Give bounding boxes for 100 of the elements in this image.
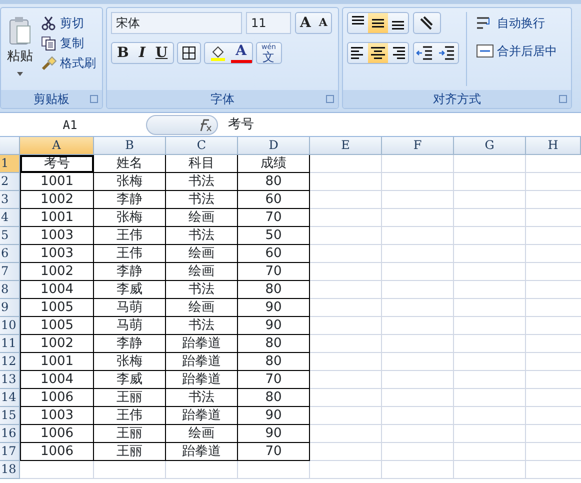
table-cell: 90 [238,317,310,335]
table-cell: 1005 [20,317,94,335]
paint-bucket-icon [210,45,226,61]
table-cell: 1001 [20,353,94,371]
merge-cells-icon [476,43,494,59]
align-middle-button[interactable] [368,13,388,33]
scissors-icon [41,15,57,31]
table-cell: 李威 [94,281,166,299]
table-cell: 书法 [166,317,238,335]
table-cell: 张梅 [94,173,166,191]
table-cell: 跆拳道 [166,443,238,461]
column-header[interactable]: F [382,137,454,155]
row-header[interactable]: 17 [0,443,20,461]
table-cell: 书法 [166,227,238,245]
font-color-button[interactable]: A [230,43,252,63]
table-cell: 90 [238,407,310,425]
table-cell: 书法 [166,281,238,299]
table-cell: 书法 [166,191,238,209]
column-header[interactable]: E [310,137,382,155]
shrink-font-button[interactable]: A [314,13,332,33]
table-cell: 70 [238,443,310,461]
row-header[interactable]: 2 [0,173,20,191]
paste-button[interactable]: 粘贴 [5,12,35,86]
row-header[interactable]: 13 [0,371,20,389]
table-cell: 1004 [20,281,94,299]
phonetic-character: 文 [262,51,275,63]
increase-indent-icon [438,44,456,62]
group-label: 字体 [210,91,234,108]
row-header[interactable]: 16 [0,425,20,443]
grow-font-button[interactable]: A [296,13,315,33]
column-header[interactable]: B [94,137,166,155]
table-cell: 李静 [94,191,166,209]
row-header[interactable]: 7 [0,263,20,281]
table-cell: 90 [238,425,310,443]
formula-input[interactable]: 考号 [224,114,581,134]
table-cell: 1006 [20,425,94,443]
column-header[interactable]: D [238,137,310,155]
column-header[interactable]: C [166,137,238,155]
row-header[interactable]: 6 [0,245,20,263]
table-cell: 1003 [20,227,94,245]
bold-button[interactable]: B [112,43,134,63]
table-cell: 王丽 [94,389,166,407]
table-cell: 跆拳道 [166,407,238,425]
table-cell: 马萌 [94,299,166,317]
column-header[interactable]: G [454,137,526,155]
font-size-field[interactable]: 11 [246,12,291,34]
table-cell: 1005 [20,299,94,317]
row-header[interactable]: 12 [0,353,20,371]
align-top-icon [352,16,364,25]
name-box[interactable]: A1 [0,114,140,134]
paintbrush-icon [41,55,57,71]
row-header[interactable]: 18 [0,461,20,479]
align-bottom-icon [392,21,404,30]
wrap-text-button[interactable]: 自动换行 [474,14,559,32]
align-center-button[interactable] [368,43,388,63]
row-header[interactable]: 15 [0,407,20,425]
column-header[interactable]: A [20,137,94,155]
row-header[interactable]: 5 [0,227,20,245]
cut-button[interactable]: 剪切 [39,14,98,32]
table-cell: 绘画 [166,263,238,281]
table-cell: 80 [238,335,310,353]
row-header[interactable]: 11 [0,335,20,353]
table-cell: 1006 [20,443,94,461]
table-cell: 1002 [20,191,94,209]
table-cell: 1001 [20,209,94,227]
clipboard-icon [8,16,32,46]
row-header[interactable]: 3 [0,191,20,209]
row-header[interactable]: 1 [0,155,20,173]
align-right-icon [391,47,405,59]
table-cell: 考号 [20,155,94,173]
underline-button[interactable]: U [150,43,173,63]
table-cell: 60 [238,245,310,263]
table-cell: 80 [238,173,310,191]
table-cell: 1001 [20,173,94,191]
group-label: 剪贴板 [34,91,70,108]
table-cell: 跆拳道 [166,353,238,371]
table-cell: 李静 [94,263,166,281]
row-header[interactable]: 14 [0,389,20,407]
table-cell: 绘画 [166,209,238,227]
merge-center-button[interactable]: 合并后居中 [474,42,559,60]
row-header[interactable]: 8 [0,281,20,299]
table-cell: 王丽 [94,425,166,443]
row-header[interactable]: 4 [0,209,20,227]
table-cell: 书法 [166,389,238,407]
align-center-icon [371,47,385,59]
row-header[interactable]: 10 [0,317,20,335]
table-cell: 50 [238,227,310,245]
column-header[interactable]: H [526,137,581,155]
italic-button[interactable]: I [134,43,150,63]
orientation-button[interactable] [413,12,441,34]
table-cell: 70 [238,371,310,389]
align-left-icon [351,47,365,59]
table-cell: 绘画 [166,425,238,443]
row-header[interactable]: 9 [0,299,20,317]
font-name-field[interactable]: 宋体 [111,12,242,34]
table-cell: 绘画 [166,245,238,263]
format-painter-button[interactable]: 格式刷 [39,54,98,72]
table-cell: 80 [238,281,310,299]
copy-button[interactable]: 复制 [39,34,98,52]
borders-button[interactable] [176,42,201,64]
